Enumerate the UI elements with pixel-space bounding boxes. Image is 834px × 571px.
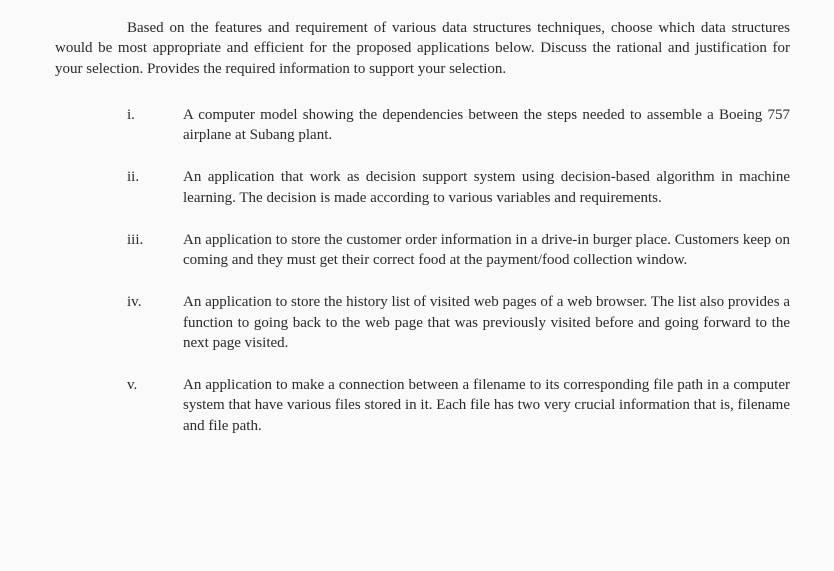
list-item: iii. An application to store the custome… xyxy=(125,230,790,271)
list-item: iv. An application to store the history … xyxy=(125,292,790,353)
list-marker: iii. xyxy=(125,230,183,271)
list-item: i. A computer model showing the dependen… xyxy=(125,105,790,146)
intro-paragraph: Based on the features and requirement of… xyxy=(55,18,790,79)
list-item-text: An application to store the customer ord… xyxy=(183,230,790,271)
list-item-text: A computer model showing the dependencie… xyxy=(183,105,790,146)
list-marker: ii. xyxy=(125,167,183,208)
list-marker: i. xyxy=(125,105,183,146)
list-marker: iv. xyxy=(125,292,183,353)
list-item: ii. An application that work as decision… xyxy=(125,167,790,208)
list-item: v. An application to make a connection b… xyxy=(125,375,790,436)
intro-text: Based on the features and requirement of… xyxy=(55,20,790,77)
ordered-list: i. A computer model showing the dependen… xyxy=(55,105,790,436)
list-item-text: An application that work as decision sup… xyxy=(183,167,790,208)
list-item-text: An application to store the history list… xyxy=(183,292,790,353)
list-item-text: An application to make a connection betw… xyxy=(183,375,790,436)
list-marker: v. xyxy=(125,375,183,436)
